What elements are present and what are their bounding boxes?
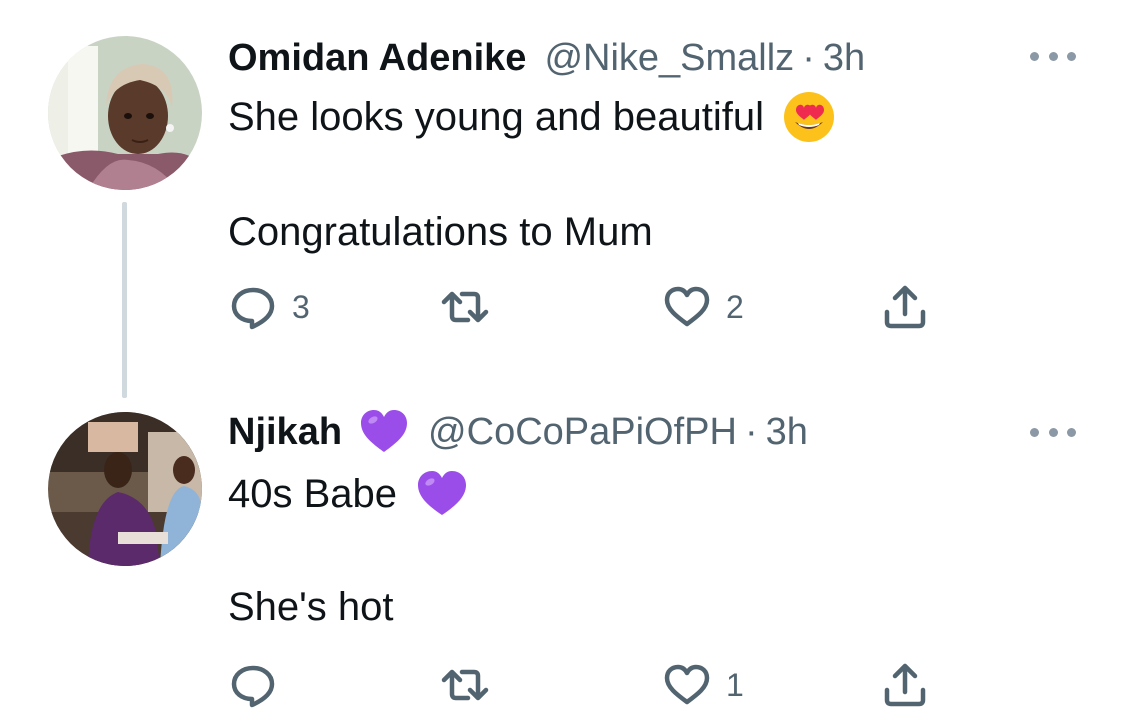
- tweet-header: Omidan Adenike @Nike_Smallz · 3h: [228, 36, 865, 80]
- retweet-icon: [440, 282, 490, 332]
- retweet-icon: [440, 660, 490, 710]
- more-dot: [1067, 51, 1076, 61]
- tweet-text: Congratulations to Mum: [228, 210, 653, 254]
- share-button[interactable]: [880, 660, 930, 710]
- share-icon: [880, 660, 930, 710]
- reply-icon: [228, 660, 278, 710]
- more-dot: [1030, 427, 1039, 437]
- more-dot: [1067, 427, 1076, 437]
- tweet-header: Njikah @CoCoPaPiOfPH · 3h: [228, 410, 808, 454]
- reply-button[interactable]: 3: [228, 282, 310, 332]
- avatar[interactable]: [48, 36, 202, 190]
- tweet-text-line: She's hot: [228, 583, 394, 631]
- share-icon: [880, 282, 930, 332]
- tweet-text: She's hot: [228, 585, 394, 629]
- like-count: 1: [726, 666, 744, 703]
- share-button[interactable]: [880, 282, 930, 332]
- reply-icon: [228, 282, 278, 332]
- display-name[interactable]: Njikah: [228, 411, 342, 454]
- tweet-text: 40s Babe: [228, 472, 398, 516]
- heart-eyes-emoji-icon: [782, 90, 836, 144]
- timestamp[interactable]: 3h: [823, 37, 865, 80]
- more-dot: [1048, 51, 1058, 61]
- like-button[interactable]: 2: [662, 282, 744, 332]
- avatar-photo: [48, 36, 202, 190]
- purple-heart-emoji-icon: [358, 406, 410, 458]
- reply-button[interactable]: [228, 660, 292, 710]
- separator-dot: ·: [802, 36, 815, 79]
- avatar-photo: [48, 412, 202, 566]
- retweet-button[interactable]: [440, 282, 504, 332]
- tweet-actions: 3 2: [228, 282, 948, 332]
- avatar[interactable]: [48, 412, 202, 566]
- tweet[interactable]: Njikah @CoCoPaPiOfPH · 3h 40s Babe She's…: [0, 395, 1125, 723]
- timestamp[interactable]: 3h: [766, 411, 808, 454]
- reply-count: 3: [292, 288, 310, 325]
- like-count: 2: [726, 288, 744, 325]
- user-handle[interactable]: @CoCoPaPiOfPH: [428, 411, 737, 454]
- separator-dot: ·: [744, 410, 758, 453]
- tweet-actions: 1: [228, 660, 948, 710]
- purple-heart-emoji-icon: [415, 467, 469, 521]
- tweet-text-line: 40s Babe: [228, 467, 469, 521]
- display-name[interactable]: Omidan Adenike: [228, 37, 526, 80]
- like-button[interactable]: 1: [662, 660, 744, 710]
- tweet-text-line: Congratulations to Mum: [228, 208, 653, 256]
- more-options-icon[interactable]: [1030, 49, 1076, 63]
- like-icon: [662, 282, 712, 332]
- tweet-text-line: She looks young and beautiful: [228, 90, 836, 144]
- more-dot: [1048, 427, 1058, 437]
- thread-connector: [122, 202, 127, 398]
- more-options-icon[interactable]: [1030, 425, 1076, 439]
- user-handle[interactable]: @Nike_Smallz: [544, 37, 794, 80]
- more-dot: [1030, 51, 1039, 61]
- retweet-button[interactable]: [440, 660, 504, 710]
- like-icon: [662, 660, 712, 710]
- tweet-text: She looks young and beautiful: [228, 95, 764, 139]
- tweet[interactable]: Omidan Adenike @Nike_Smallz · 3h She loo…: [0, 0, 1125, 398]
